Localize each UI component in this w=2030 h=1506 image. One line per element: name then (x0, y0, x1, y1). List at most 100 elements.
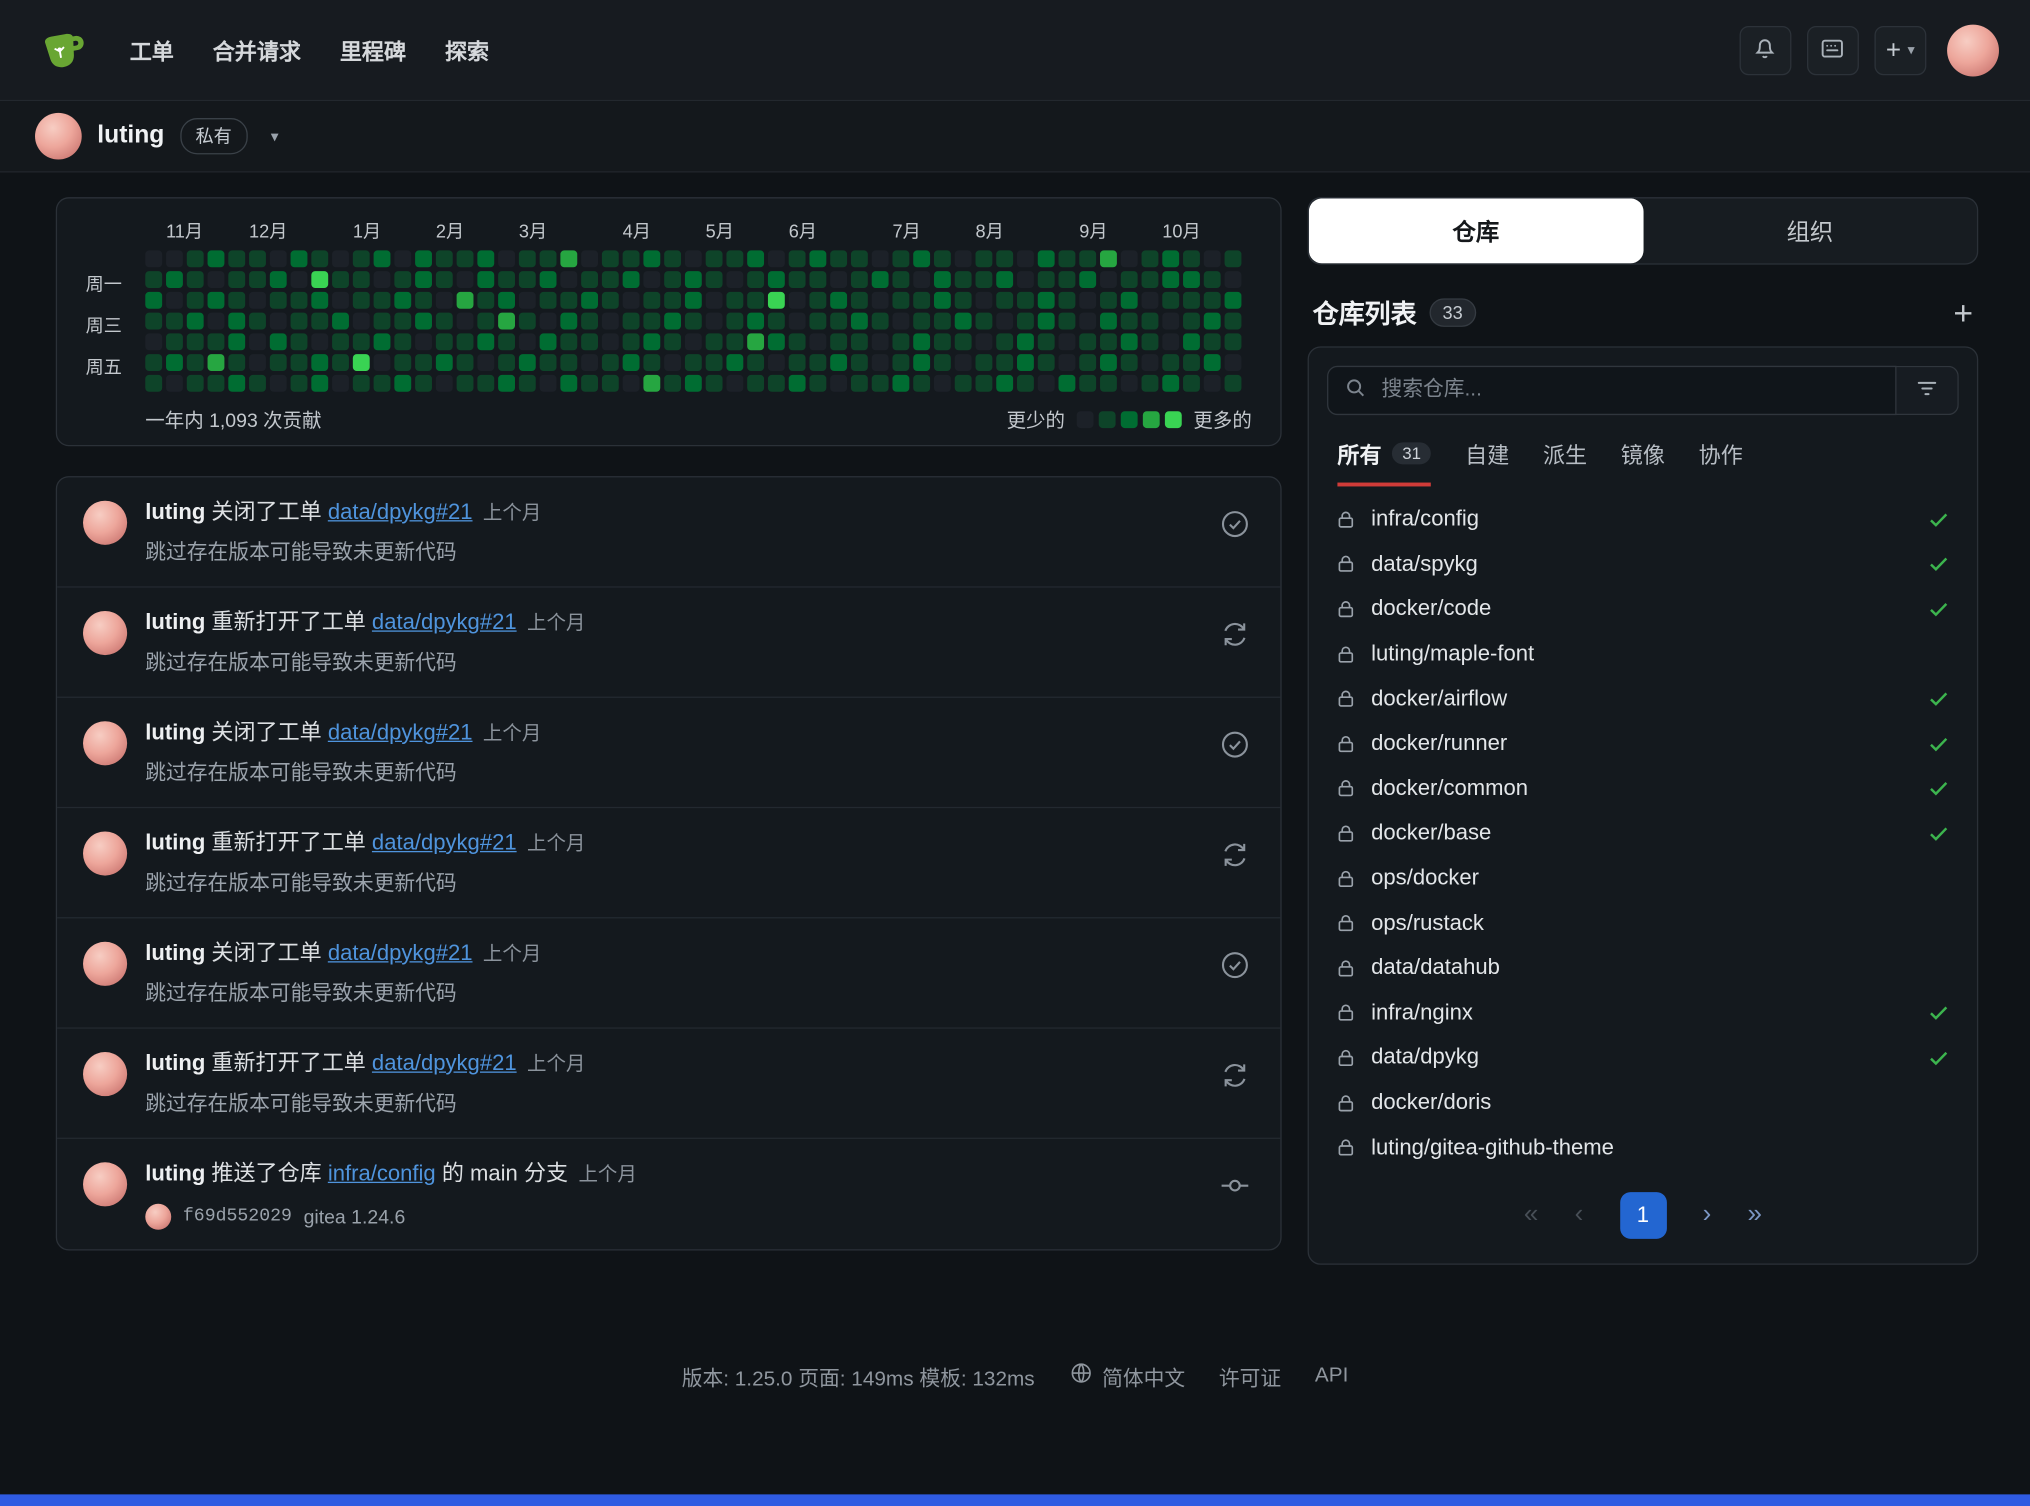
heatmap-cell[interactable] (685, 250, 702, 267)
heatmap-cell[interactable] (685, 313, 702, 330)
heatmap-cell[interactable] (685, 292, 702, 309)
heatmap-cell[interactable] (166, 375, 183, 392)
profile-avatar[interactable] (35, 113, 82, 160)
repo-link[interactable]: ops/rustack (1371, 910, 1951, 936)
heatmap-cell[interactable] (975, 375, 992, 392)
heatmap-cell[interactable] (166, 313, 183, 330)
heatmap-cell[interactable] (706, 333, 723, 350)
heatmap-cell[interactable] (415, 375, 432, 392)
repo-list-item[interactable]: docker/airflow (1327, 676, 1959, 721)
heatmap-cell[interactable] (228, 333, 245, 350)
heatmap-cell[interactable] (975, 250, 992, 267)
heatmap-cell[interactable] (1038, 313, 1055, 330)
repo-list-item[interactable]: docker/common (1327, 766, 1959, 811)
heatmap-cell[interactable] (913, 271, 930, 288)
heatmap-cell[interactable] (602, 375, 619, 392)
heatmap-cell[interactable] (1204, 250, 1221, 267)
heatmap-cell[interactable] (623, 375, 640, 392)
heatmap-cell[interactable] (374, 313, 391, 330)
heatmap-cell[interactable] (270, 313, 287, 330)
repo-list-item[interactable]: data/dpykg (1327, 1035, 1959, 1080)
heatmap-cell[interactable] (1142, 250, 1159, 267)
heatmap-cell[interactable] (643, 271, 660, 288)
feed-user-link[interactable]: luting (145, 940, 205, 965)
heatmap-cell[interactable] (1162, 292, 1179, 309)
heatmap-cell[interactable] (166, 271, 183, 288)
repo-link[interactable]: docker/code (1371, 596, 1912, 622)
heatmap-cell[interactable] (789, 313, 806, 330)
repo-link[interactable]: data/dpykg (1371, 1045, 1912, 1071)
heatmap-cell[interactable] (643, 250, 660, 267)
heatmap-cell[interactable] (311, 250, 328, 267)
repo-filter-tab[interactable]: 自建 (1465, 437, 1509, 486)
heatmap-cell[interactable] (830, 271, 847, 288)
heatmap-cell[interactable] (1017, 292, 1034, 309)
heatmap-cell[interactable] (540, 375, 557, 392)
repo-list-item[interactable]: docker/doris (1327, 1080, 1959, 1125)
heatmap-cell[interactable] (706, 250, 723, 267)
repo-filter-button[interactable] (1897, 366, 1959, 415)
repo-list-item[interactable]: luting/gitea-github-theme (1327, 1125, 1959, 1170)
heatmap-cell[interactable] (1079, 271, 1096, 288)
heatmap-cell[interactable] (1038, 375, 1055, 392)
heatmap-cell[interactable] (789, 333, 806, 350)
heatmap-cell[interactable] (1142, 292, 1159, 309)
heatmap-cell[interactable] (311, 333, 328, 350)
heatmap-cell[interactable] (1225, 271, 1242, 288)
heatmap-cell[interactable] (789, 292, 806, 309)
repo-list-item[interactable]: infra/config (1327, 497, 1959, 542)
nav-link[interactable]: 里程碑 (340, 34, 406, 66)
heatmap-cell[interactable] (228, 354, 245, 371)
repo-filter-tab[interactable]: 协作 (1699, 437, 1743, 486)
heatmap-cell[interactable] (187, 375, 204, 392)
heatmap-cell[interactable] (726, 292, 743, 309)
heatmap-cell[interactable] (996, 313, 1013, 330)
pagination-last[interactable]: » (1748, 1200, 1762, 1230)
heatmap-cell[interactable] (145, 333, 162, 350)
heatmap-cell[interactable] (768, 292, 785, 309)
repo-link[interactable]: data/spykg (1371, 551, 1912, 577)
heatmap-cell[interactable] (436, 333, 453, 350)
repo-list-item[interactable]: data/spykg (1327, 542, 1959, 587)
heatmap-cell[interactable] (892, 354, 909, 371)
pagination-first[interactable]: « (1524, 1200, 1538, 1230)
heatmap-cell[interactable] (851, 271, 868, 288)
heatmap-cell[interactable] (809, 313, 826, 330)
heatmap-cell[interactable] (643, 313, 660, 330)
heatmap-cell[interactable] (187, 333, 204, 350)
heatmap-cell[interactable] (623, 354, 640, 371)
heatmap-cell[interactable] (436, 313, 453, 330)
repo-filter-tab[interactable]: 所有31 (1337, 437, 1431, 486)
heatmap-cell[interactable] (892, 333, 909, 350)
heatmap-cell[interactable] (955, 292, 972, 309)
heatmap-cell[interactable] (581, 250, 598, 267)
repo-list-item[interactable]: docker/runner (1327, 721, 1959, 766)
heatmap-cell[interactable] (560, 354, 577, 371)
heatmap-cell[interactable] (560, 271, 577, 288)
heatmap-cell[interactable] (311, 354, 328, 371)
heatmap-cell[interactable] (540, 250, 557, 267)
heatmap-cell[interactable] (208, 354, 225, 371)
heatmap-cell[interactable] (540, 292, 557, 309)
heatmap-cell[interactable] (291, 292, 308, 309)
heatmap-cell[interactable] (913, 354, 930, 371)
heatmap-cell[interactable] (747, 271, 764, 288)
heatmap-cell[interactable] (747, 354, 764, 371)
heatmap-cell[interactable] (332, 292, 349, 309)
heatmap-cell[interactable] (1142, 313, 1159, 330)
heatmap-cell[interactable] (1100, 375, 1117, 392)
heatmap-cell[interactable] (789, 375, 806, 392)
heatmap-cell[interactable] (1183, 292, 1200, 309)
heatmap-cell[interactable] (830, 292, 847, 309)
heatmap-cell[interactable] (851, 292, 868, 309)
sidebar-tab[interactable]: 组织 (1643, 198, 1977, 263)
heatmap-cell[interactable] (1017, 313, 1034, 330)
footer-api-link[interactable]: API (1315, 1365, 1348, 1388)
heatmap-cell[interactable] (934, 271, 951, 288)
heatmap-cell[interactable] (208, 271, 225, 288)
commit-sha-link[interactable]: f69d552029 (183, 1206, 292, 1227)
heatmap-cell[interactable] (1059, 354, 1076, 371)
heatmap-cell[interactable] (374, 292, 391, 309)
heatmap-cell[interactable] (1183, 313, 1200, 330)
heatmap-cell[interactable] (498, 313, 515, 330)
